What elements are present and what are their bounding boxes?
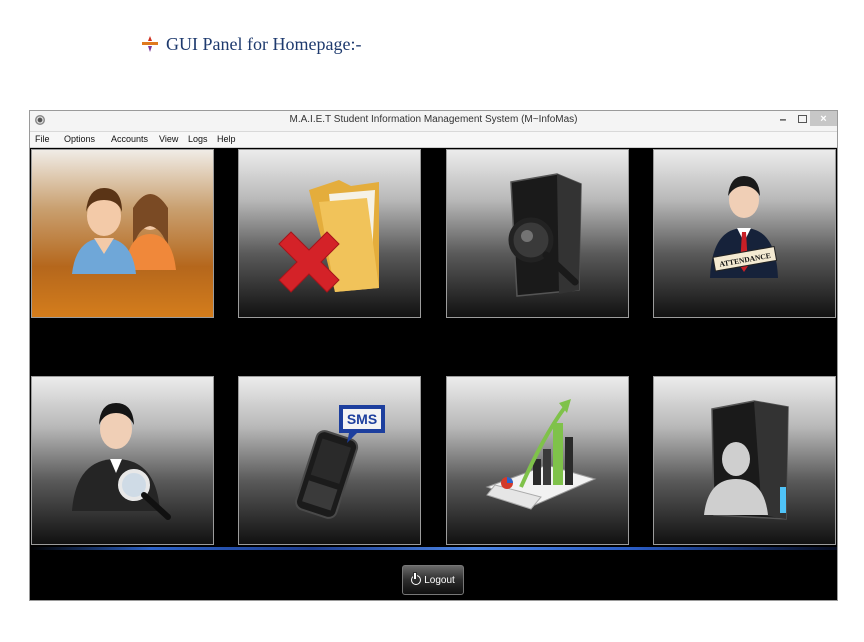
logout-button[interactable]: Logout <box>402 565 464 595</box>
tile-search-record[interactable] <box>446 149 629 318</box>
menu-file[interactable]: File <box>35 134 50 144</box>
report-chart-icon <box>485 399 597 510</box>
search-folder-icon <box>508 173 582 297</box>
power-icon <box>411 573 422 585</box>
delete-folder-icon <box>278 180 379 293</box>
close-button[interactable]: × <box>810 111 837 126</box>
sms-badge-text: SMS <box>347 411 377 427</box>
tile-attendance[interactable]: ATTENDANCE <box>653 149 836 318</box>
tile-send-sms[interactable]: SMS <box>238 376 421 545</box>
tile-user-search[interactable] <box>31 376 214 545</box>
logout-label: Logout <box>424 574 455 586</box>
tile-delete-record[interactable] <box>238 149 421 318</box>
separator-glow-line <box>30 547 837 550</box>
document-heading: GUI Panel for Homepage:- <box>142 32 361 56</box>
menu-logs[interactable]: Logs <box>188 134 208 144</box>
menu-help[interactable]: Help <box>217 134 236 144</box>
menu-bar: File Options Accounts View Logs Help <box>30 132 837 148</box>
sms-phone-icon: SMS <box>294 405 385 519</box>
maximize-button[interactable] <box>794 112 810 126</box>
app-window: M.A.I.E.T Student Information Management… <box>29 110 838 601</box>
minimize-button[interactable]: – <box>774 112 792 126</box>
user-search-icon <box>72 403 171 520</box>
document-heading-text: GUI Panel for Homepage:- <box>166 33 362 54</box>
user-folder-icon <box>704 400 789 520</box>
menu-accounts[interactable]: Accounts <box>111 134 148 144</box>
attendance-icon: ATTENDANCE <box>710 176 778 278</box>
tile-user-profile[interactable] <box>653 376 836 545</box>
tile-students[interactable] <box>31 149 214 318</box>
four-arrows-bullet-icon <box>142 36 158 52</box>
window-title: M.A.I.E.T Student Information Management… <box>289 114 578 125</box>
menu-options[interactable]: Options <box>64 134 95 144</box>
maximize-icon <box>797 115 807 123</box>
menu-view[interactable]: View <box>159 134 178 144</box>
users-icon <box>72 188 176 274</box>
tile-reports[interactable] <box>446 376 629 545</box>
title-bar[interactable]: M.A.I.E.T Student Information Management… <box>30 111 837 132</box>
